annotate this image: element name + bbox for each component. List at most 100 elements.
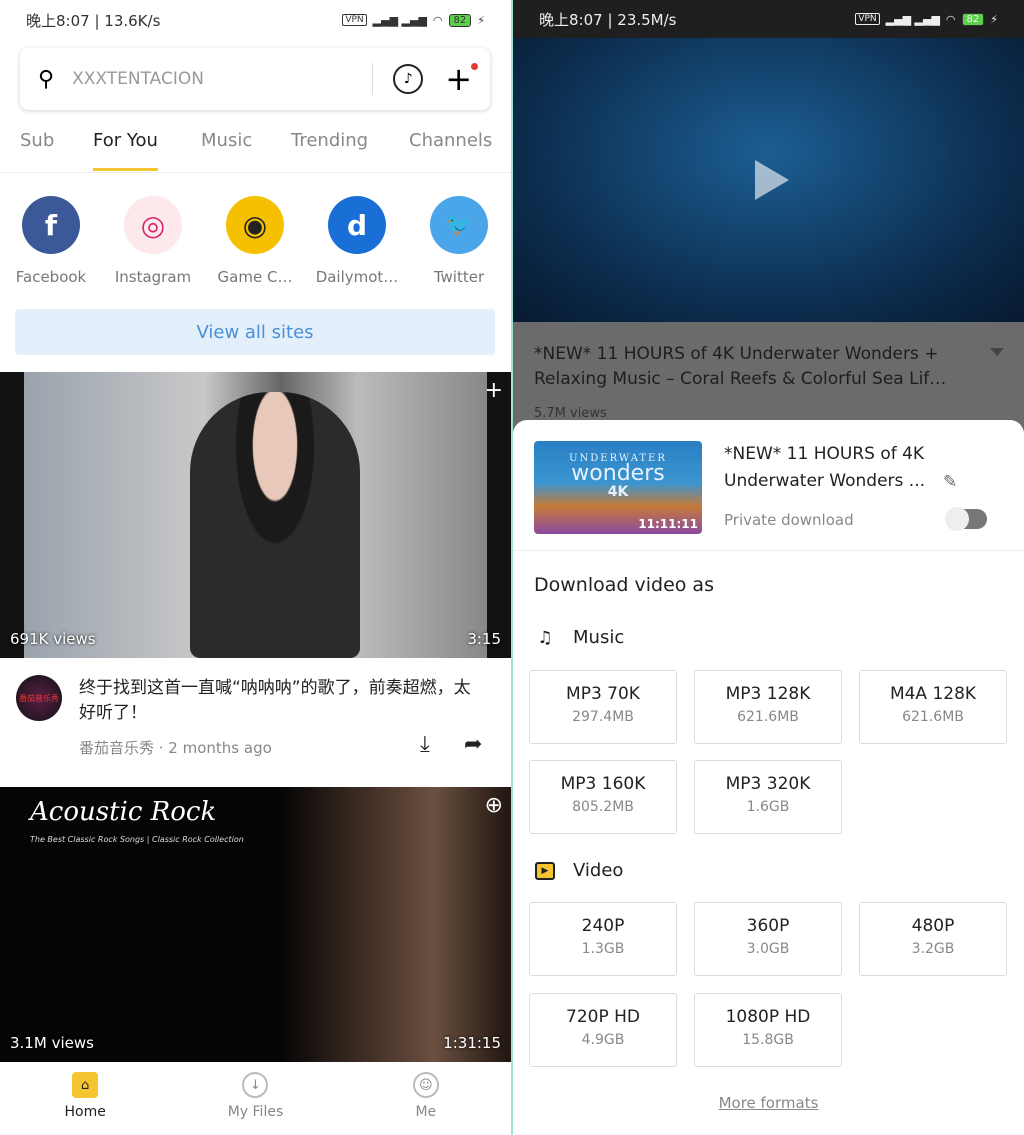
site-instagram[interactable]: ◎ Instagram [108, 196, 198, 286]
format-size: 1.3GB [581, 941, 625, 957]
tab-trending[interactable]: Trending [291, 130, 368, 151]
status-icons: VPN ▂▄▆ ▂▄▆ ◠ 82 ⚡ [342, 13, 485, 27]
left-screen: 晚上8:07 | 13.6K/s VPN ▂▄▆ ▂▄▆ ◠ 82 ⚡ ⚲ XXXTEN… [0, 0, 511, 1135]
site-label: Game C… [217, 268, 293, 286]
music-note-icon[interactable]: ♪ [393, 64, 424, 94]
private-download-label: Private download [724, 511, 854, 529]
divider [372, 63, 374, 95]
nav-my-files[interactable]: ↓ My Files [195, 1072, 315, 1135]
add-icon[interactable]: ⊕ [485, 793, 503, 818]
facebook-icon: f [22, 196, 80, 254]
format-quality: 480P [911, 916, 955, 936]
format-mp3-70k[interactable]: MP3 70K 297.4MB [529, 670, 677, 744]
thumbnail-art-subtitle: The Best Classic Rock Songs | Classic Ro… [30, 835, 244, 844]
share-icon[interactable]: ➦ [464, 732, 482, 757]
tab-music[interactable]: Music [201, 130, 252, 151]
status-time: 晚上8:07 | 23.5M/s [539, 10, 677, 29]
format-quality: 720P HD [566, 1007, 640, 1027]
music-section-header: ♫ Music [535, 627, 624, 648]
format-mp3-128k[interactable]: MP3 128K 621.6MB [694, 670, 842, 744]
dailymotion-icon: d [328, 196, 386, 254]
format-size: 3.0GB [746, 941, 790, 957]
download-thumbnail: UNDERWATER wonders 4K 11:11:11 [534, 441, 702, 534]
download-title: *NEW* 11 HOURS of 4K Underwater Wonders … [724, 444, 925, 491]
site-label: Dailymot… [315, 268, 399, 286]
site-label: Instagram [114, 268, 192, 286]
channel-avatar[interactable]: 番茄音乐秀 [16, 675, 62, 721]
format-quality: MP3 160K [560, 774, 646, 794]
thumbnail-art-title: Acoustic Rock [30, 797, 217, 827]
video-thumbnail-1[interactable]: + 691K views 3:15 [0, 372, 511, 658]
format-size: 1.6GB [746, 799, 790, 815]
tab-sub[interactable]: Sub [20, 130, 54, 151]
format-size: 15.8GB [742, 1032, 794, 1048]
private-download-toggle[interactable] [945, 507, 987, 531]
tab-for-you[interactable]: For You [93, 130, 158, 171]
battery-icon: 82 [961, 12, 985, 26]
home-icon: ⌂ [72, 1072, 99, 1098]
right-screen: 晚上8:07 | 23.5M/s VPN ▂▄▆ ▂▄▆ ◠ 82 ⚡ *NEW* 11… [513, 0, 1024, 1135]
video-thumbnail-2[interactable]: Acoustic Rock The Best Classic Rock Song… [0, 787, 511, 1062]
duration: 1:31:15 [443, 1034, 501, 1052]
signal-icon: ▂▄▆ ▂▄▆ [372, 13, 427, 27]
format-mp3-320k[interactable]: MP3 320K 1.6GB [694, 760, 842, 834]
site-label: Twitter [433, 268, 485, 286]
format-720p[interactable]: 720P HD 4.9GB [529, 993, 677, 1067]
format-size: 621.6MB [737, 709, 799, 725]
format-480p[interactable]: 480P 3.2GB [859, 902, 1007, 976]
search-icon[interactable]: ⚲ [38, 67, 54, 92]
format-quality: MP3 70K [566, 684, 640, 704]
video-info-1: 番茄音乐秀 终于找到这首一直喊“呐呐呐”的歌了，前奏超燃，太好听了！ 番茄音乐秀… [0, 660, 511, 785]
play-icon[interactable] [755, 160, 789, 200]
view-count: 5.7M views [534, 406, 607, 421]
format-size: 4.9GB [581, 1032, 625, 1048]
status-bar: 晚上8:07 | 23.5M/s VPN ▂▄▆ ▂▄▆ ◠ 82 ⚡ [513, 0, 1024, 38]
nav-label: Me [415, 1104, 437, 1120]
signal-icon: ▂▄▆ ▂▄▆ [885, 12, 940, 26]
add-icon[interactable]: + [445, 63, 478, 95]
view-count: 691K views [10, 630, 96, 648]
download-icon[interactable]: ⤓ [420, 732, 430, 757]
thumb-text: wonders [571, 461, 665, 486]
format-mp3-160k[interactable]: MP3 160K 805.2MB [529, 760, 677, 834]
site-game[interactable]: ◉ Game C… [210, 196, 300, 286]
view-count: 3.1M views [10, 1034, 94, 1052]
duration: 11:11:11 [638, 517, 698, 531]
wifi-icon: ◠ [432, 13, 443, 27]
format-size: 621.6MB [902, 709, 964, 725]
chevron-down-icon[interactable] [990, 348, 1004, 356]
format-240p[interactable]: 240P 1.3GB [529, 902, 677, 976]
more-formats-link[interactable]: More formats [513, 1094, 1024, 1112]
format-m4a-128k[interactable]: M4A 128K 621.6MB [859, 670, 1007, 744]
download-sheet: UNDERWATER wonders 4K 11:11:11 *NEW* 11 … [513, 420, 1024, 1135]
format-size: 805.2MB [572, 799, 634, 815]
format-quality: 1080P HD [725, 1007, 811, 1027]
divider [513, 550, 1024, 551]
twitter-icon: 🐦 [430, 196, 488, 254]
add-icon[interactable]: + [485, 378, 503, 403]
status-time: 晚上8:07 | 13.6K/s [26, 11, 161, 30]
channel-and-date: 番茄音乐秀 · 2 months ago [79, 739, 272, 757]
video-player[interactable] [513, 38, 1024, 322]
search-input[interactable]: XXXTENTACION [72, 69, 372, 89]
section-label: Video [573, 860, 624, 881]
download-icon: ↓ [242, 1072, 269, 1098]
edit-icon[interactable]: ✎ [943, 472, 957, 492]
video-title[interactable]: 终于找到这首一直喊“呐呐呐”的歌了，前奏超燃，太好听了！ [79, 676, 479, 726]
thumbnail-figure [190, 392, 360, 658]
download-heading: Download video as [534, 574, 714, 596]
site-dailymotion[interactable]: d Dailymot… [312, 196, 402, 286]
tab-channels[interactable]: Channels [409, 130, 492, 151]
nav-me[interactable]: ☺ Me [366, 1072, 486, 1135]
format-1080p[interactable]: 1080P HD 15.8GB [694, 993, 842, 1067]
search-bar[interactable]: ⚲ XXXTENTACION ♪ + [20, 48, 490, 110]
view-all-sites-button[interactable]: View all sites [15, 309, 495, 355]
video-section-header: ▶ Video [535, 860, 623, 881]
music-note-icon: ♫ [537, 627, 553, 648]
site-facebook[interactable]: f Facebook [6, 196, 96, 286]
site-twitter[interactable]: 🐦 Twitter [414, 196, 504, 286]
nav-home[interactable]: ⌂ Home [25, 1072, 145, 1135]
nav-label: Home [64, 1104, 106, 1120]
format-360p[interactable]: 360P 3.0GB [694, 902, 842, 976]
wifi-icon: ◠ [945, 12, 956, 26]
